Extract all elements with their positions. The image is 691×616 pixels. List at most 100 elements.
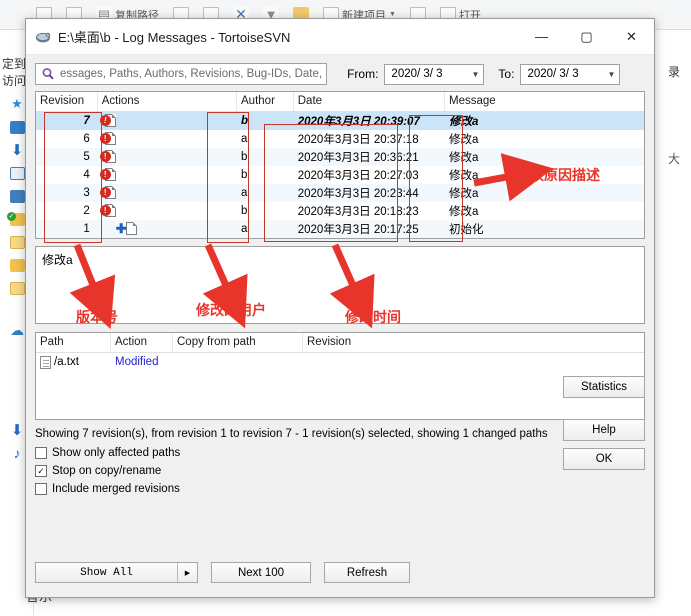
cell-author: a (241, 187, 248, 199)
changed-paths-table[interactable]: Path Action Copy from path Revision /a.t… (35, 332, 645, 420)
modified-icon: ! (99, 114, 116, 128)
column-header-path-revision[interactable]: Revision (303, 333, 423, 352)
minimize-button[interactable]: — (519, 19, 564, 54)
cell-message: 修改a (449, 206, 479, 218)
modified-icon: ! (99, 204, 116, 218)
message-detail-pane[interactable]: 修改a (35, 246, 645, 324)
path-table-body: /a.txt Modified (36, 353, 644, 371)
maximize-button[interactable]: ▢ (564, 19, 609, 54)
to-label: To: (498, 67, 515, 81)
search-icon (40, 66, 56, 82)
cell-revision: 4 (83, 169, 90, 181)
show-all-label: Show All (80, 566, 133, 579)
checkbox-label: Include merged revisions (52, 483, 180, 495)
checkbox-stop-on-copy-rename[interactable]: ✓ Stop on copy/rename (35, 462, 645, 480)
dialog-body: essages, Paths, Authors, Revisions, Bug-… (26, 55, 654, 597)
refresh-button[interactable]: Refresh (324, 562, 410, 583)
nav-label-pin: 定到 (2, 57, 27, 71)
column-header-author[interactable]: Author (237, 92, 294, 111)
column-header-copy-from-path[interactable]: Copy from path (173, 333, 303, 352)
cell-date: 2020年3月3日 20:39:07 (297, 116, 420, 128)
log-table-row[interactable]: 2! b 2020年3月3日 20:18:23 修改a (36, 202, 644, 220)
close-button[interactable]: ✕ (609, 19, 654, 54)
cell-date: 2020年3月3日 20:18:23 (297, 206, 419, 218)
log-messages-dialog: E:\桌面\b - Log Messages - TortoiseSVN — ▢… (25, 18, 655, 598)
help-button[interactable]: Help (563, 419, 645, 441)
cell-message: 修改a (449, 170, 479, 182)
path-table-row[interactable]: /a.txt Modified (36, 353, 644, 371)
cell-author: a (241, 133, 248, 145)
nav-label-access: 访问 (2, 74, 27, 88)
checkbox-show-only-affected-paths[interactable]: Show only affected paths (35, 444, 645, 462)
search-input[interactable]: essages, Paths, Authors, Revisions, Bug-… (35, 63, 328, 85)
show-all-dropdown-arrow[interactable]: ▶ (177, 563, 197, 582)
path-table-header[interactable]: Path Action Copy from path Revision (36, 333, 644, 353)
dialog-title: E:\桌面\b - Log Messages - TortoiseSVN (58, 30, 291, 45)
ok-button[interactable]: OK (563, 448, 645, 470)
cell-message: 初始化 (449, 224, 484, 236)
modified-icon: ! (99, 186, 116, 200)
cell-date: 2020年3月3日 20:27:03 (297, 170, 419, 182)
column-header-action[interactable]: Action (111, 333, 173, 352)
modified-icon: ! (99, 150, 116, 164)
column-header-path[interactable]: Path (36, 333, 111, 352)
log-table-row[interactable]: 7! b 2020年3月3日 20:39:07 修改a (36, 112, 644, 130)
column-header-date[interactable]: Date (294, 92, 445, 111)
chevron-down-icon: ▼ (471, 69, 480, 79)
chevron-down-icon: ▼ (389, 11, 396, 18)
file-icon (40, 355, 51, 369)
cell-date: 2020年3月3日 20:37:18 (297, 134, 419, 146)
from-date-picker[interactable]: 2020/ 3/ 3 ▼ (384, 63, 485, 85)
cell-actions: ! (98, 132, 237, 146)
filter-row: essages, Paths, Authors, Revisions, Bug-… (35, 63, 645, 85)
cell-actions: ! (98, 114, 237, 128)
next-100-button[interactable]: Next 100 (211, 562, 311, 583)
checkbox-include-merged-revisions[interactable]: Include merged revisions (35, 480, 645, 498)
cell-date: 2020年3月3日 20:23:44 (297, 188, 419, 200)
log-table-body: 7! b 2020年3月3日 20:39:07 修改a 6! a 2020年3月3日 20:… (36, 112, 644, 238)
log-table-row[interactable]: 4! b 2020年3月3日 20:27:03 修改a (36, 166, 644, 184)
show-all-button[interactable]: Show All ▶ (35, 562, 198, 583)
checkbox-box[interactable] (35, 447, 47, 459)
modified-icon: ! (99, 132, 116, 146)
dialog-titlebar[interactable]: E:\桌面\b - Log Messages - TortoiseSVN — ▢… (26, 19, 654, 55)
column-header-revision[interactable]: Revision (36, 92, 98, 111)
to-date-picker[interactable]: 2020/ 3/ 3 ▼ (520, 63, 621, 85)
added-icon: ✚ (116, 222, 140, 236)
log-table-row[interactable]: 3! a 2020年3月3日 20:23:44 修改a (36, 184, 644, 202)
cell-revision: 2 (83, 205, 90, 217)
cell-actions: ✚ (98, 222, 237, 236)
column-header-actions[interactable]: Actions (98, 92, 238, 111)
cell-actions: ! (98, 186, 237, 200)
cell-path-text: /a.txt (54, 356, 79, 368)
to-date-value: 2020/ 3/ 3 (527, 68, 579, 80)
log-table-row[interactable]: 1 ✚ a 2020年3月3日 20:17:25 初始化 (36, 220, 644, 238)
statistics-button[interactable]: Statistics (563, 376, 645, 398)
from-label: From: (347, 67, 379, 81)
log-table-row[interactable]: 6! a 2020年3月3日 20:37:18 修改a (36, 130, 644, 148)
checkbox-box[interactable] (35, 483, 47, 495)
bottom-button-bar: Show All ▶ Next 100 Refresh (35, 562, 410, 583)
cell-message: 修改a (449, 152, 479, 164)
search-placeholder: essages, Paths, Authors, Revisions, Bug-… (60, 68, 323, 80)
cell-revision: 5 (83, 151, 90, 163)
log-table-header[interactable]: Revision Actions Author Date Message (36, 92, 644, 112)
cell-actions: ! (98, 204, 237, 218)
checkbox-box[interactable]: ✓ (35, 465, 47, 477)
cell-author: b (241, 151, 248, 163)
cell-author: b (241, 169, 248, 181)
chevron-down-icon: ▼ (607, 69, 616, 79)
cell-author: b (241, 115, 249, 127)
tortoisesvn-icon (34, 28, 52, 46)
cell-path-action: Modified (115, 356, 159, 368)
message-detail-text: 修改a (42, 253, 73, 267)
cell-author: b (241, 205, 248, 217)
modified-icon: ! (99, 168, 116, 182)
cell-actions: ! (98, 168, 237, 182)
log-table-row[interactable]: 5! b 2020年3月3日 20:36:21 修改a (36, 148, 644, 166)
checkbox-label: Stop on copy/rename (52, 465, 162, 477)
column-header-message[interactable]: Message (445, 92, 644, 111)
cell-actions: ! (98, 150, 237, 164)
cell-date: 2020年3月3日 20:36:21 (297, 152, 419, 164)
log-table[interactable]: Revision Actions Author Date Message 7! b… (35, 91, 645, 239)
